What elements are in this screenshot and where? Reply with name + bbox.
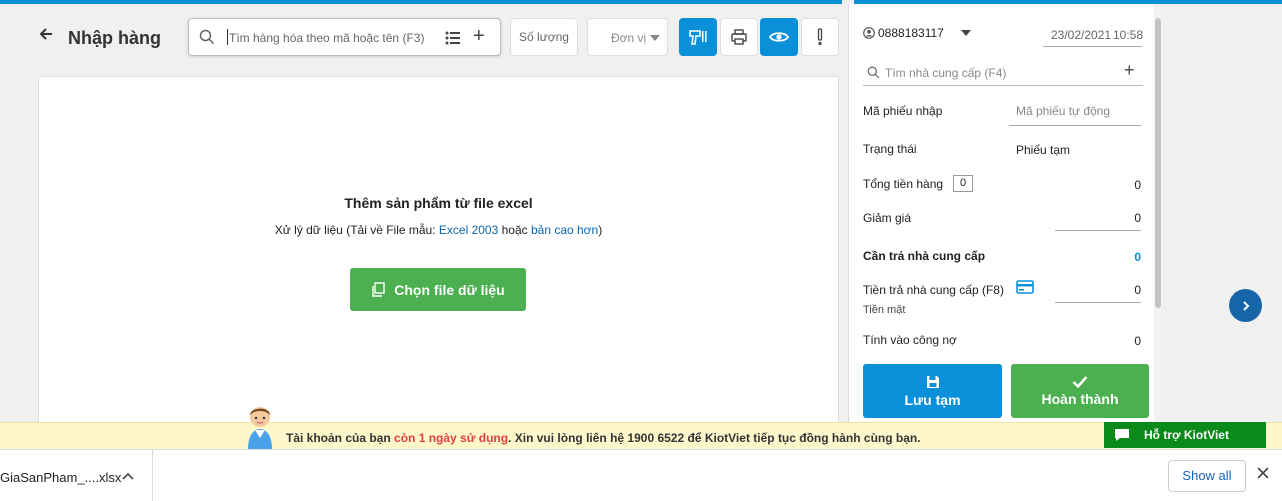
next-button[interactable] bbox=[1229, 289, 1262, 322]
scrollbar-thumb[interactable] bbox=[1155, 18, 1161, 308]
view-button[interactable] bbox=[760, 18, 798, 56]
discount-label: Giảm giá bbox=[863, 211, 912, 225]
sidebar-scrollbar[interactable] bbox=[1154, 4, 1162, 422]
eye-icon bbox=[769, 32, 789, 42]
floppy-disk-icon bbox=[926, 375, 939, 388]
total-label: Tổng tiền hàng bbox=[863, 177, 944, 191]
info-button[interactable] bbox=[801, 18, 839, 56]
download-file-name[interactable]: GiaSanPham_....xlsx bbox=[0, 470, 121, 485]
list-icon[interactable] bbox=[445, 31, 461, 48]
barcode-scan-button[interactable] bbox=[679, 18, 717, 56]
add-product-icon[interactable]: + bbox=[473, 25, 485, 48]
mascot-icon bbox=[243, 405, 277, 452]
supplier-search-placeholder: Tìm nhà cung cấp (F4) bbox=[885, 66, 1007, 80]
import-title: Thêm sản phẩm từ file excel bbox=[344, 195, 533, 211]
page-title: Nhập hàng bbox=[68, 28, 161, 48]
user-select[interactable]: 0888183117 bbox=[863, 26, 971, 40]
close-icon[interactable] bbox=[1257, 466, 1269, 484]
notice-prefix: Tài khoản của bạn bbox=[286, 431, 395, 445]
total-value: 0 bbox=[1134, 178, 1141, 192]
save-draft-button[interactable]: Lưu tạm bbox=[863, 364, 1002, 418]
complete-button[interactable]: Hoàn thành bbox=[1011, 364, 1149, 418]
chevron-down-icon bbox=[650, 35, 660, 41]
chat-bubble-icon bbox=[1115, 429, 1129, 441]
download-bar: GiaSanPham_....xlsx Show all bbox=[0, 449, 1282, 501]
notice-text: Tài khoản của bạn còn 1 ngày sử dụng. Xi… bbox=[286, 431, 921, 445]
user-name: 0888183117 bbox=[878, 26, 944, 40]
debt-label: Tính vào công nợ bbox=[863, 333, 957, 347]
supplier-search-input[interactable]: Tìm nhà cung cấp (F4) + bbox=[863, 60, 1143, 86]
header: Nhập hàng Tìm hàng hóa theo mã hoặc tên … bbox=[0, 4, 848, 70]
kiotviet-support-button[interactable]: Hỗ trợ KiotViet bbox=[1104, 422, 1266, 448]
save-draft-label: Lưu tạm bbox=[904, 391, 961, 408]
payment-method: Tiền mặt bbox=[863, 304, 906, 316]
item-count-badge: 0 bbox=[953, 175, 973, 192]
search-placeholder: Tìm hàng hóa theo mã hoặc tên (F3) bbox=[229, 31, 425, 45]
chevron-up-icon[interactable] bbox=[122, 470, 134, 484]
user-icon bbox=[863, 27, 875, 39]
download-separator bbox=[152, 450, 153, 501]
notice-highlight: còn 1 ngày sử dụng bbox=[394, 431, 509, 445]
copy-file-icon bbox=[372, 282, 385, 297]
barcode-gun-icon bbox=[689, 30, 707, 45]
exclamation-icon bbox=[817, 28, 823, 46]
support-label: Hỗ trợ KiotViet bbox=[1144, 428, 1229, 442]
import-sub-or: hoặc bbox=[498, 223, 531, 237]
order-date[interactable]: 23/02/2021 bbox=[1051, 28, 1111, 42]
import-subtitle: Xử lý dữ liệu (Tải về File mẫu: Excel 20… bbox=[39, 223, 838, 237]
paid-input[interactable]: 0 bbox=[1134, 283, 1141, 297]
payable-label: Cần trả nhà cung cấp bbox=[863, 249, 986, 263]
import-panel: Thêm sản phẩm từ file excel Xử lý dữ liệ… bbox=[38, 76, 839, 426]
import-sub-suffix: ) bbox=[598, 223, 603, 237]
import-sub-prefix: Xử lý dữ liệu (Tải về File mẫu: bbox=[274, 223, 439, 237]
discount-underline bbox=[1055, 230, 1141, 231]
choose-file-button[interactable]: Chọn file dữ liệu bbox=[350, 268, 526, 311]
date-underline bbox=[1043, 46, 1142, 47]
status-label: Trạng thái bbox=[863, 142, 917, 156]
quantity-field[interactable]: Số lượng bbox=[510, 18, 578, 56]
payable-value: 0 bbox=[1134, 250, 1141, 264]
add-supplier-icon[interactable]: + bbox=[1124, 60, 1135, 81]
code-label: Mã phiếu nhập bbox=[863, 104, 943, 118]
status-value: Phiếu tạm bbox=[1016, 143, 1071, 157]
notice-suffix: . Xin vui lòng liên hệ 1900 6522 để Kiot… bbox=[508, 431, 921, 445]
debt-value: 0 bbox=[1134, 334, 1141, 348]
print-button[interactable] bbox=[720, 18, 758, 56]
order-time[interactable]: 10:58 bbox=[1113, 28, 1143, 42]
chevron-down-icon bbox=[960, 30, 971, 36]
product-search-input[interactable]: Tìm hàng hóa theo mã hoặc tên (F3) + bbox=[188, 18, 501, 56]
discount-input[interactable]: 0 bbox=[1134, 211, 1141, 225]
search-icon bbox=[867, 66, 880, 82]
order-sidebar: 0888183117 23/02/2021 10:58 Tìm nhà cung… bbox=[848, 4, 1154, 422]
back-arrow-icon[interactable] bbox=[38, 26, 54, 47]
paid-underline bbox=[1055, 302, 1141, 303]
printer-icon bbox=[731, 29, 747, 45]
checkmark-icon bbox=[1072, 376, 1088, 388]
excel-2003-link[interactable]: Excel 2003 bbox=[439, 223, 498, 237]
code-input[interactable]: Mã phiếu tự động bbox=[1016, 104, 1110, 118]
chevron-right-icon bbox=[1242, 300, 1249, 311]
newer-version-link[interactable]: bản cao hơn bbox=[531, 223, 598, 237]
credit-card-icon[interactable] bbox=[1016, 280, 1034, 297]
unit-select[interactable]: Đơn vị bbox=[587, 18, 668, 56]
complete-label: Hoàn thành bbox=[1041, 391, 1119, 407]
code-underline bbox=[1009, 125, 1141, 126]
unit-label: Đơn vị bbox=[611, 31, 647, 45]
account-notice-bar: Tài khoản của bạn còn 1 ngày sử dụng. Xi… bbox=[0, 422, 1282, 449]
show-all-button[interactable]: Show all bbox=[1168, 460, 1246, 492]
paid-label: Tiền trả nhà cung cấp (F8) bbox=[863, 283, 1004, 297]
text-cursor bbox=[227, 29, 228, 45]
choose-file-label: Chọn file dữ liệu bbox=[394, 281, 505, 298]
search-icon bbox=[199, 29, 215, 48]
